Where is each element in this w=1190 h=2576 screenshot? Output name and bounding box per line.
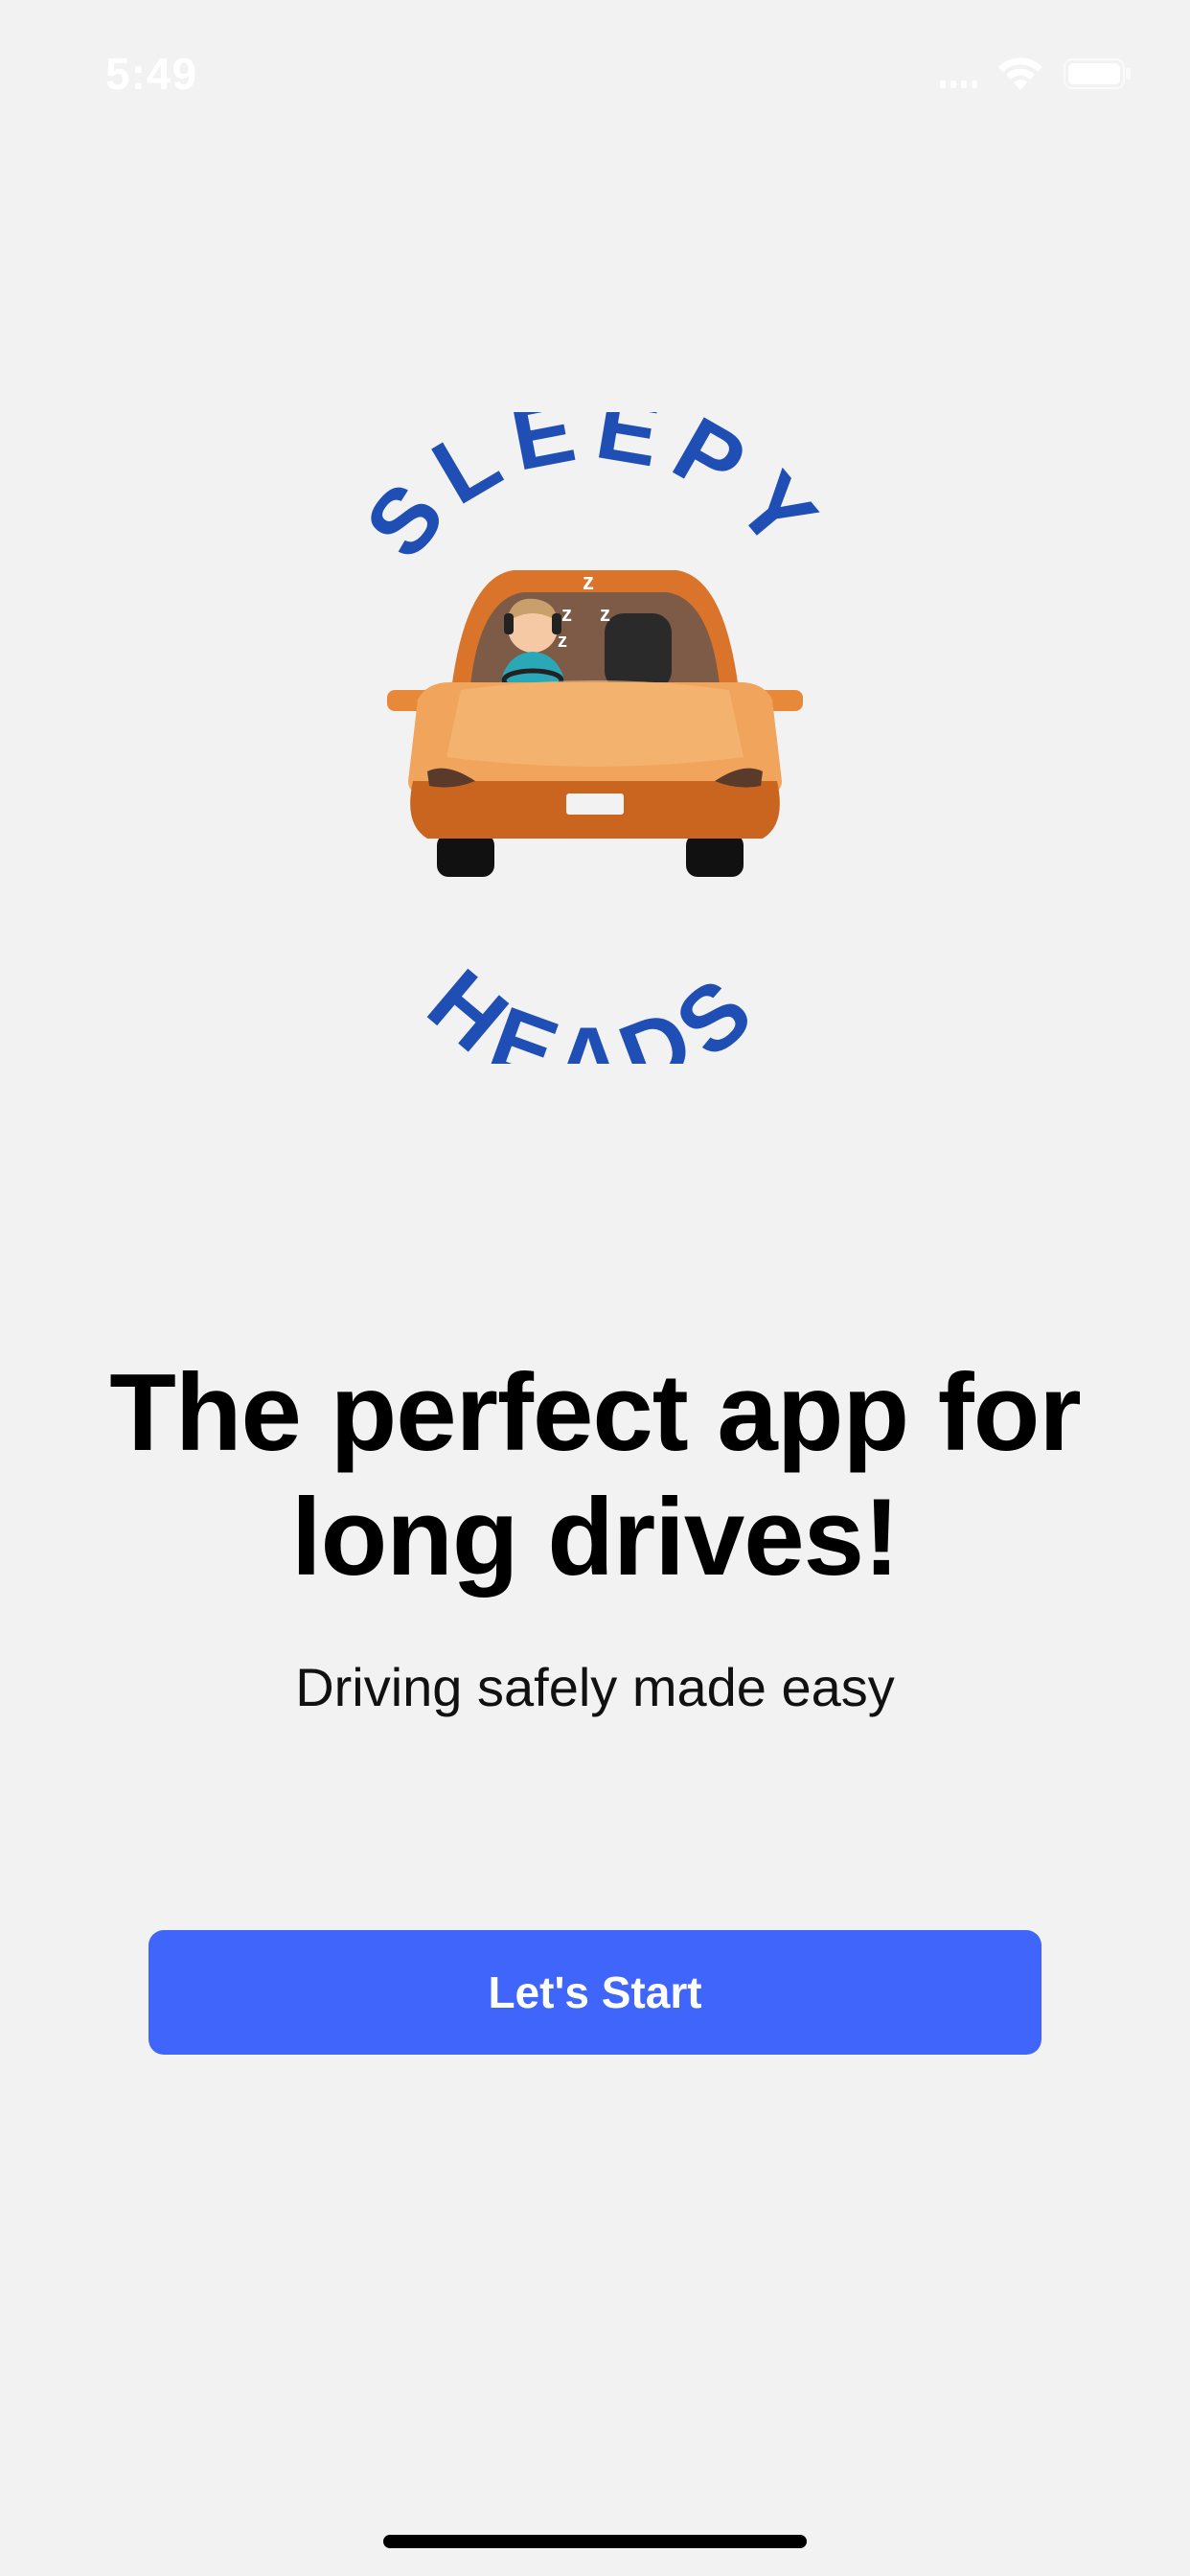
headline-line-2: long drives! [290,1477,900,1598]
status-time: 5:49 [105,49,198,99]
lets-start-button[interactable]: Let's Start [149,1930,1041,2055]
logo-top-text: SLEEPY [360,412,830,577]
svg-text:z: z [583,569,594,595]
subtitle: Driving safely made easy [295,1657,895,1717]
home-indicator[interactable] [383,2535,807,2548]
onboarding-screen: 5:49 SLE [0,0,1190,2576]
car-illustration: z z z z [387,569,803,877]
svg-text:z: z [561,602,572,626]
status-bar: 5:49 [0,0,1190,144]
cellular-signal-icon [940,59,977,88]
headline-line-1: The perfect app for [109,1352,1081,1474]
headline: The perfect app for long drives! [0,1351,1190,1600]
status-icons [940,56,1133,92]
svg-text:z: z [558,631,567,652]
wifi-icon [998,58,1042,90]
sleepy-heads-logo: SLEEPY HEADS z z z z [360,412,830,1064]
svg-text:z: z [600,602,610,626]
logo-bottom-text: HEADS [409,950,781,1064]
battery-icon [1064,58,1131,89]
